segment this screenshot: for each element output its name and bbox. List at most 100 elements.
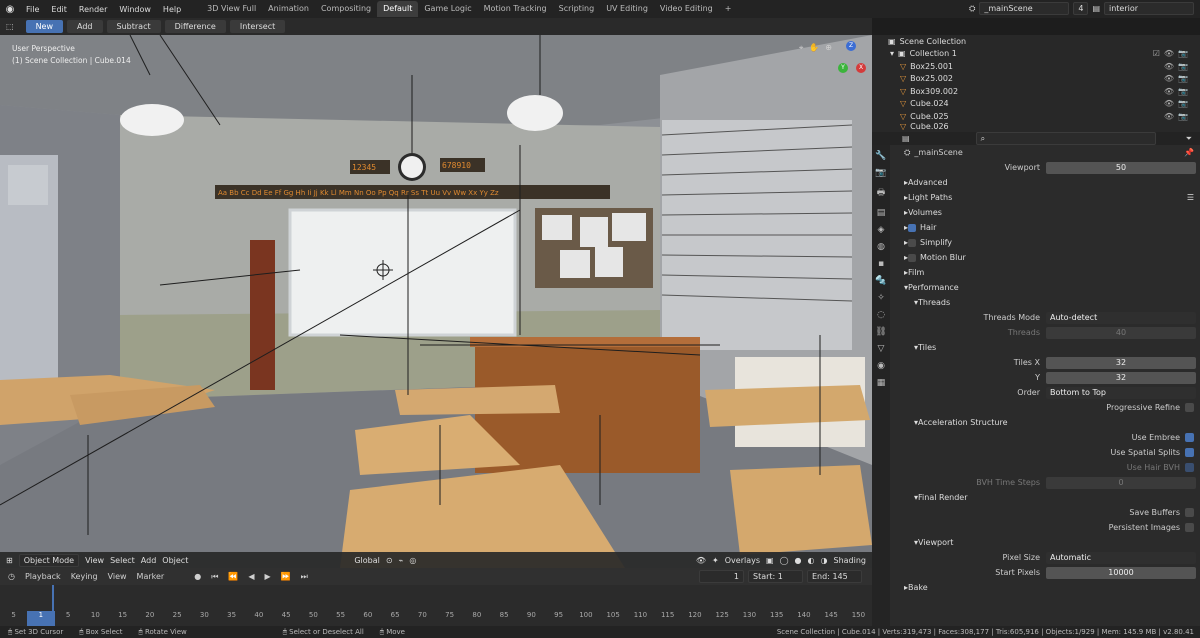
list-icon[interactable]: ☰ [1187,193,1194,202]
threads-subpanel[interactable]: ▾ Threads [890,295,1200,310]
constraints-tab-icon[interactable]: ⛓ [875,327,886,337]
progressive-refine-checkbox[interactable] [1185,403,1194,412]
navigation-gizmo[interactable]: Z X Y [836,41,866,101]
proportional-edit-icon[interactable]: ◎ [409,556,416,565]
use-hair-bvh-checkbox[interactable] [1185,463,1194,472]
menu-edit[interactable]: Edit [45,5,73,14]
tiles-subpanel[interactable]: ▾ Tiles [890,340,1200,355]
outliner-item[interactable]: ▽ Cube.025 👁📷 [872,110,1200,123]
visibility-icon[interactable]: 👁 [696,556,706,565]
outliner-scene-collection[interactable]: ▣ Scene Collection [872,35,1200,48]
xray-icon[interactable]: ▣ [766,556,774,565]
frame-ruler[interactable]: 5 1 5 10 15 20 25 30 35 40 45 50 55 60 65 70 75 80 85 90 95 1… [0,611,872,626]
snap-icon[interactable]: ⌁ [399,556,404,565]
start-pixels-field[interactable]: 10000 [1046,566,1196,579]
pin-icon[interactable]: 📌 [1184,148,1194,157]
jump-start-icon[interactable]: ⏮ [211,572,218,582]
tab-motion-tracking[interactable]: Motion Tracking [478,1,553,17]
view-layer-tab-icon[interactable]: ▤ [877,208,886,218]
mode-add-button[interactable]: Add [67,20,103,33]
add-menu[interactable]: Add [141,556,157,565]
blender-logo-icon[interactable]: ◉ [0,4,20,15]
world-tab-icon[interactable]: ◍ [877,242,885,252]
timeline-editor-icon[interactable]: ◷ [8,572,15,581]
editor-type-icon[interactable]: ⊞ [6,556,13,565]
motion-blur-checkbox[interactable] [908,253,917,262]
performance-panel[interactable]: ▾ Performance [890,280,1200,295]
menu-window[interactable]: Window [113,5,157,14]
gizmo-icon[interactable]: ✦ [712,556,719,565]
play-icon[interactable]: ▶ [265,572,271,581]
tab-scripting[interactable]: Scripting [553,1,601,17]
z-axis-icon[interactable]: Z [846,41,856,51]
order-dropdown[interactable]: Bottom to Top [1046,386,1196,399]
expand-arrow-icon[interactable]: ▾ [890,49,894,58]
object-mode-dropdown[interactable]: Object Mode [18,553,80,567]
save-buffers-checkbox[interactable] [1185,508,1194,517]
scene-name-field[interactable]: _mainScene [979,2,1070,15]
acceleration-structure-subpanel[interactable]: ▾ Acceleration Structure [890,415,1200,430]
tab-compositing[interactable]: Compositing [315,1,377,17]
texture-tab-icon[interactable]: ▦ [877,378,886,388]
tab-3d-view-full[interactable]: 3D View Full [201,1,262,17]
shading-rendered-icon[interactable]: ◑ [821,556,828,565]
3d-viewport[interactable]: 12345 678910 Aa Bb Cc Dd Ee Ff Gg Hh Ii … [0,35,872,568]
threads-mode-dropdown[interactable]: Auto-detect [1046,311,1196,324]
menu-render[interactable]: Render [73,5,113,14]
camera-view-icon[interactable]: ⌖ [799,43,804,53]
outliner-item[interactable]: ▽ Box25.002 👁📷 [872,73,1200,86]
timeline-view-menu[interactable]: View [108,572,127,581]
add-workspace-icon[interactable]: + [719,1,738,17]
prev-keyframe-icon[interactable]: ⏪ [228,572,238,581]
row-visibility-icons[interactable]: 👁📷 [1164,87,1192,96]
shading-dropdown[interactable]: Shading [834,556,867,565]
playhead[interactable] [52,585,54,611]
light-paths-panel[interactable]: ▸ Light Paths ☰ [890,190,1200,205]
film-panel[interactable]: ▸ Film [890,265,1200,280]
outliner-search-input[interactable]: ⌕ [975,132,1156,145]
start-frame-field[interactable]: Start: 1 [748,570,803,583]
object-tab-icon[interactable]: ▪ [878,259,884,269]
persistent-images-checkbox[interactable] [1185,523,1194,532]
material-tab-icon[interactable]: ◉ [877,361,885,371]
record-icon[interactable]: ● [194,572,201,581]
tab-default[interactable]: Default [377,1,419,17]
view-menu[interactable]: View [85,556,104,565]
mode-subtract-button[interactable]: Subtract [106,20,161,33]
motion-blur-panel[interactable]: ▸ Motion Blur [890,250,1200,265]
hair-panel[interactable]: ▸ Hair [890,220,1200,235]
overlays-dropdown[interactable]: Overlays [725,556,760,565]
marker-menu[interactable]: Marker [137,572,165,581]
advanced-panel[interactable]: ▸ Advanced [890,175,1200,190]
tab-uv-editing[interactable]: UV Editing [600,1,654,17]
outliner-collection-1[interactable]: ▾ ▣ Collection 1 ☑👁📷 [872,48,1200,61]
shading-wire-icon[interactable]: ◯ [780,556,789,565]
filter-icon[interactable]: ⏷ [1186,134,1192,144]
view-layer-field[interactable]: interior [1104,2,1194,15]
simplify-panel[interactable]: ▸ Simplify [890,235,1200,250]
outliner-item[interactable]: ▽ Box309.002 👁📷 [872,85,1200,98]
tool-tab-icon[interactable]: 🔧 [875,151,886,161]
final-render-subpanel[interactable]: ▾ Final Render [890,490,1200,505]
viewport-samples-field[interactable]: 50 [1046,161,1196,174]
mode-new-button[interactable]: New [25,20,64,33]
current-frame-field[interactable]: 1 [699,570,744,583]
bake-panel[interactable]: ▸ Bake [890,580,1200,595]
threads-field[interactable]: 40 [1046,326,1196,339]
pivot-icon[interactable]: ⊙ [386,556,393,565]
next-keyframe-icon[interactable]: ⏩ [281,572,291,581]
hair-checkbox[interactable] [908,223,917,232]
render-tab-icon[interactable]: 📷 [875,168,886,178]
select-menu[interactable]: Select [110,556,135,565]
object-menu[interactable]: Object [162,556,188,565]
row-visibility-icons[interactable]: 👁📷 [1164,112,1192,121]
viewport-subpanel[interactable]: ▾ Viewport [890,535,1200,550]
end-frame-field[interactable]: End: 145 [807,570,862,583]
use-spatial-splits-checkbox[interactable] [1185,448,1194,457]
display-mode-icon[interactable]: ▤ [902,134,910,143]
mode-difference-button[interactable]: Difference [164,20,226,33]
play-reverse-icon[interactable]: ◀ [248,572,254,581]
row-visibility-icons[interactable]: 👁📷 [1164,99,1192,108]
output-tab-icon[interactable]: 🖶 [877,185,886,201]
tab-animation[interactable]: Animation [262,1,315,17]
